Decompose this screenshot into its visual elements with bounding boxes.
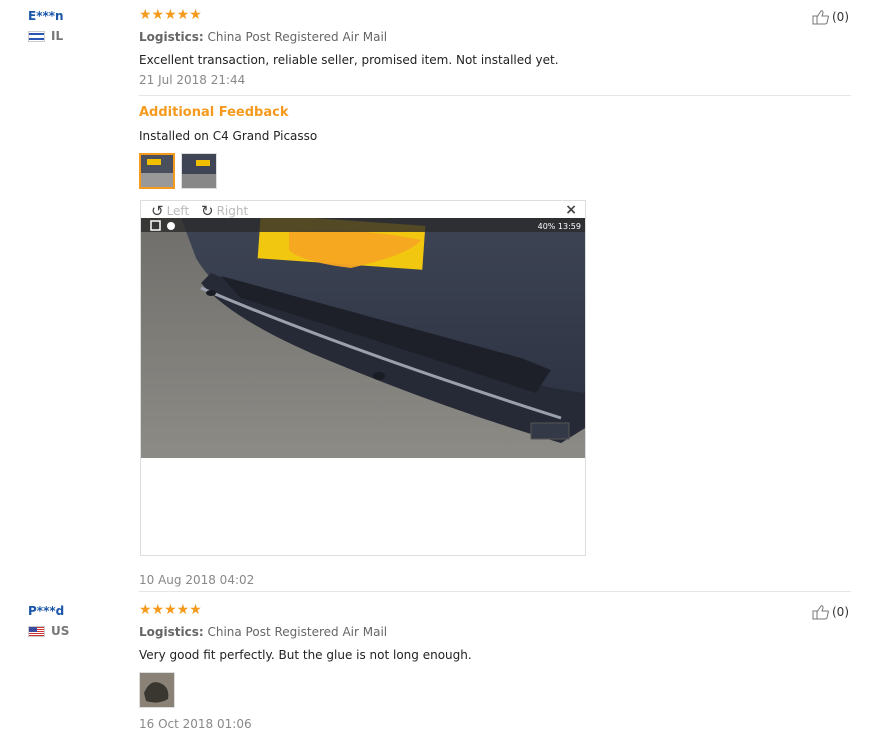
rotate-left-label: Left [166,204,190,218]
review-date: 21 Jul 2018 21:44 [139,73,246,87]
photo-thumbnail[interactable] [181,153,217,189]
photo-thumbnails [139,153,851,189]
reviewer-info: E***n IL [28,9,64,43]
star-rating: ★★★★★ [139,602,202,618]
logistics-value: China Post Registered Air Mail [207,625,388,639]
review-photo: 40% 13:59 [141,218,585,458]
logistics-label: Logistics: [139,625,204,639]
divider [139,95,851,96]
logistics-label: Logistics: [139,30,204,44]
review-text: Excellent transaction, reliable seller, … [139,53,559,67]
photo-thumbnail[interactable] [139,672,175,708]
additional-feedback: Additional Feedback Installed on C4 Gran… [139,105,851,189]
additional-feedback-text: Installed on C4 Grand Picasso [139,129,318,143]
reviewer-country: US [28,624,69,638]
star-rating: ★★★★★ [139,7,202,23]
rotate-right-label: Right [216,204,249,218]
photo-thumbnail[interactable] [139,153,175,189]
review-date: 16 Oct 2018 01:06 [139,717,252,731]
review-text: Very good fit perfectly. But the glue is… [139,648,472,662]
review-body: ★★★★★ Logistics: China Post Registered A… [139,8,851,87]
reviewer-name[interactable]: P***d [28,604,69,618]
review-body: ★★★★★ Logistics: China Post Registered A… [139,603,851,731]
flag-us-icon [28,625,45,637]
logistics-value: China Post Registered Air Mail [207,30,388,44]
flag-il-icon [28,30,45,42]
close-icon[interactable]: × [565,202,577,218]
additional-feedback-date: 10 Aug 2018 04:02 [139,573,255,587]
country-code: US [51,624,70,638]
divider [139,591,851,592]
reviewer-name[interactable]: E***n [28,9,64,23]
image-viewer: ↺ Left ↻ Right × 40% 13:59 [140,200,586,556]
country-code: IL [51,29,64,43]
reviewer-info: P***d US [28,604,69,638]
photo-thumbnails [139,672,851,708]
status-bar-text: 40% 13:59 [538,222,581,231]
reviewer-country: IL [28,29,64,43]
additional-feedback-title: Additional Feedback [139,105,289,120]
logistics: Logistics: China Post Registered Air Mai… [139,625,851,639]
logistics: Logistics: China Post Registered Air Mai… [139,30,851,44]
